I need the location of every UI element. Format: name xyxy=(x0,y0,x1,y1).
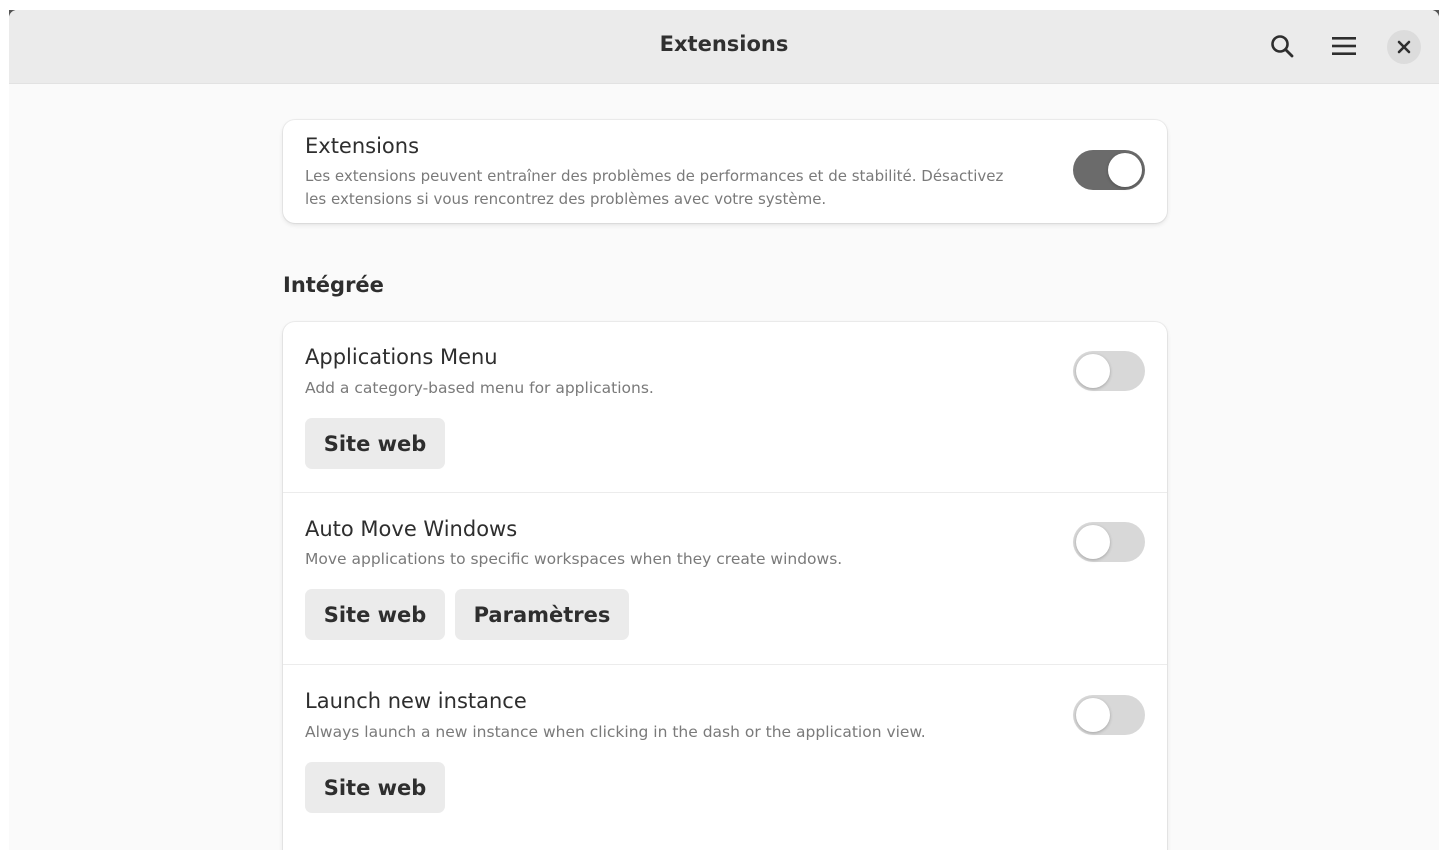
builtin-extensions-list: Applications Menu Add a category-based m… xyxy=(283,322,1167,850)
headerbar: Extensions xyxy=(9,10,1439,84)
extension-description: Move applications to specific workspaces… xyxy=(305,550,843,568)
extensions-master-switch[interactable] xyxy=(1073,150,1145,190)
section-title-builtin: Intégrée xyxy=(283,273,384,297)
search-button[interactable] xyxy=(1264,28,1300,64)
close-button[interactable] xyxy=(1387,30,1421,64)
master-description-line2: les extensions si vous rencontrez des pr… xyxy=(305,190,827,208)
switch-knob xyxy=(1076,525,1110,559)
extension-description: Add a category-based menu for applicatio… xyxy=(305,379,654,397)
window-title: Extensions xyxy=(659,32,789,56)
switch-knob xyxy=(1076,354,1110,388)
extension-title: Launch new instance xyxy=(305,689,527,713)
search-icon xyxy=(1271,35,1294,58)
website-button[interactable]: Site web xyxy=(305,762,445,813)
extension-description: Always launch a new instance when clicki… xyxy=(305,723,926,741)
hamburger-menu-icon xyxy=(1332,37,1356,55)
extensions-window: Extensions Extensions Les extensions peu… xyxy=(9,10,1439,850)
switch-knob xyxy=(1108,153,1142,187)
main-menu-button[interactable] xyxy=(1326,28,1362,64)
extensions-master-row: Extensions Les extensions peuvent entraî… xyxy=(283,120,1167,223)
extension-title: Applications Menu xyxy=(305,345,498,369)
extension-title: Auto Move Windows xyxy=(305,517,518,541)
extension-row-auto-move-windows: Auto Move Windows Move applications to s… xyxy=(283,493,1167,665)
switch-knob xyxy=(1076,698,1110,732)
extensions-master-card: Extensions Les extensions peuvent entraî… xyxy=(283,120,1167,223)
website-button[interactable]: Site web xyxy=(305,589,445,640)
extension-switch-applications-menu[interactable] xyxy=(1073,351,1145,391)
close-icon xyxy=(1397,40,1411,54)
extension-switch-launch-new-instance[interactable] xyxy=(1073,695,1145,735)
website-button[interactable]: Site web xyxy=(305,418,445,469)
master-title: Extensions xyxy=(305,134,420,158)
extension-row-applications-menu: Applications Menu Add a category-based m… xyxy=(283,322,1167,493)
settings-button[interactable]: Paramètres xyxy=(455,589,629,640)
master-description-line1: Les extensions peuvent entraîner des pro… xyxy=(305,167,1004,185)
extension-switch-auto-move-windows[interactable] xyxy=(1073,522,1145,562)
extension-row-launch-new-instance: Launch new instance Always launch a new … xyxy=(283,665,1167,835)
